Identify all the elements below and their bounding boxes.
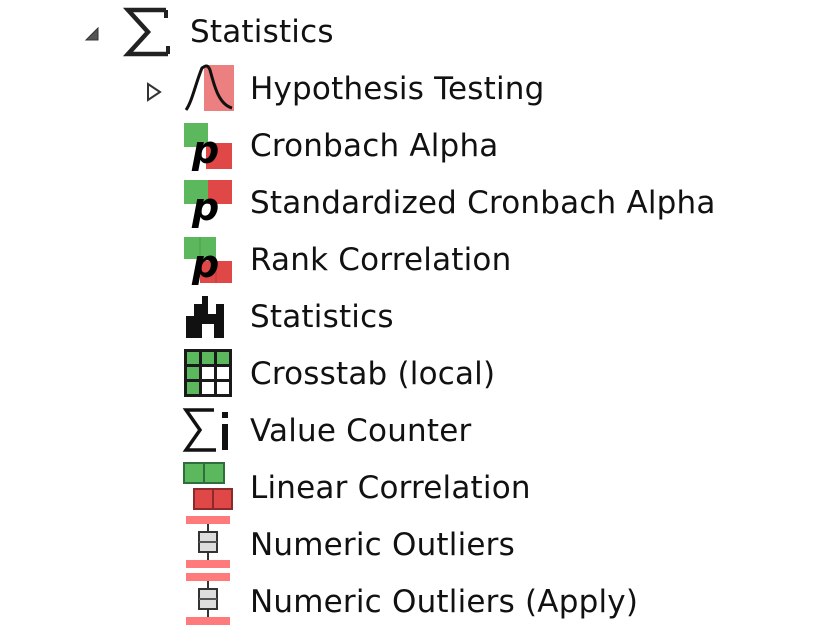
- tree-node-label: Standardized Cronbach Alpha: [250, 185, 716, 221]
- tree-node-label: Linear Correlation: [250, 470, 531, 506]
- grid-table-icon: [182, 347, 234, 399]
- tree-node-label: Cronbach Alpha: [250, 128, 499, 164]
- expand-triangle-icon[interactable]: [142, 80, 166, 104]
- node-repository-tree: Statistics Hypothesis Testing p Cronbach…: [0, 0, 828, 638]
- correlation-blocks-icon: [182, 461, 234, 513]
- p-value-icon: p: [182, 119, 234, 171]
- tree-node-label: Numeric Outliers (Apply): [250, 584, 639, 620]
- sigma-i-icon: [182, 404, 234, 456]
- tree-node-label: Statistics: [250, 299, 394, 335]
- p-value-icon: p: [182, 233, 234, 285]
- distribution-curve-icon: [182, 62, 234, 114]
- tree-node-label: Statistics: [190, 14, 334, 50]
- collapse-triangle-icon[interactable]: [80, 22, 104, 46]
- histogram-icon: [182, 290, 234, 342]
- boxplot-icon: [182, 571, 234, 625]
- tree-node-label: Value Counter: [250, 413, 472, 449]
- svg-text:p: p: [191, 128, 219, 171]
- p-value-icon: p: [182, 176, 234, 228]
- tree-node-label: Numeric Outliers: [250, 527, 515, 563]
- tree-node-label: Hypothesis Testing: [250, 71, 545, 107]
- tree-node-label: Crosstab (local): [250, 356, 496, 392]
- svg-text:p: p: [191, 185, 219, 228]
- sigma-icon: [122, 6, 174, 58]
- svg-text:p: p: [191, 242, 219, 285]
- boxplot-icon: [182, 514, 234, 568]
- tree-node-label: Rank Correlation: [250, 242, 512, 278]
